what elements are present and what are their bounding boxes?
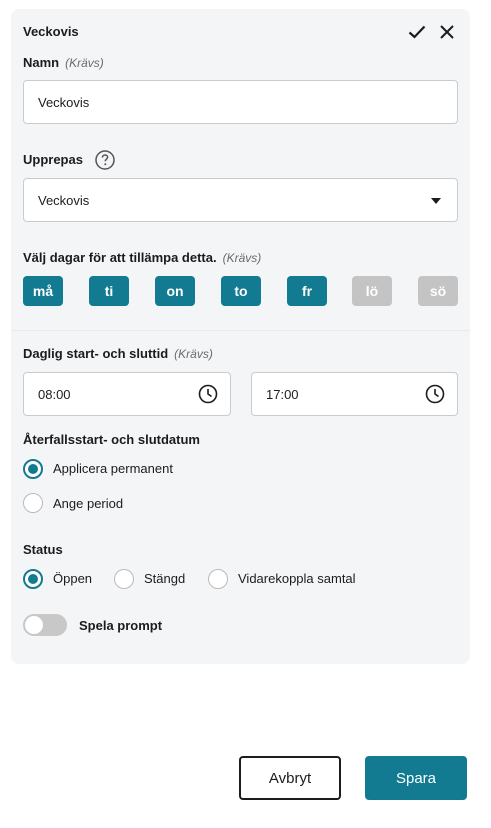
radio-status-open-label[interactable]: Öppen [53, 571, 92, 586]
repeat-label: Upprepas [23, 152, 83, 167]
repeat-select[interactable]: Veckovis [23, 178, 458, 222]
name-input[interactable]: Veckovis [23, 80, 458, 124]
day-toggle-th[interactable]: to [221, 276, 261, 306]
name-input-value: Veckovis [38, 94, 90, 110]
times-label: Daglig start- och sluttid (Krävs) [23, 346, 213, 361]
name-label-text: Namn [23, 55, 60, 70]
play-prompt-label: Spela prompt [79, 618, 163, 633]
play-prompt-toggle[interactable] [23, 614, 67, 636]
clock-icon[interactable] [425, 384, 445, 404]
panel-title: Veckovis [23, 24, 79, 39]
clock-icon[interactable] [198, 384, 218, 404]
status-label: Status [23, 542, 63, 557]
times-label-text: Daglig start- och sluttid [23, 346, 169, 361]
days-required-hint: (Krävs) [222, 251, 262, 265]
check-icon[interactable] [406, 21, 428, 43]
radio-dot [28, 464, 38, 474]
radio-dot [28, 574, 38, 584]
radio-status-closed-label[interactable]: Stängd [144, 571, 185, 586]
radio-status-open[interactable] [23, 569, 43, 589]
day-toggle-we[interactable]: on [155, 276, 195, 306]
radio-period[interactable] [23, 493, 43, 513]
radio-status-forward[interactable] [208, 569, 228, 589]
question-circle-icon[interactable] [95, 150, 115, 170]
radio-permanent[interactable] [23, 459, 43, 479]
close-icon[interactable] [436, 21, 458, 43]
end-time-value: 17:00 [266, 386, 299, 402]
caret-down-icon [431, 198, 441, 204]
day-toggle-tu[interactable]: ti [89, 276, 129, 306]
name-required-hint: (Krävs) [65, 56, 104, 70]
days-label: Välj dagar för att tillämpa detta. (Krävs… [23, 250, 261, 265]
recurrence-label: Återfallsstart- och slutdatum [23, 432, 200, 447]
days-label-text: Välj dagar för att tillämpa detta. [23, 250, 217, 265]
times-required-hint: (Krävs) [174, 347, 213, 361]
radio-period-label[interactable]: Ange period [53, 496, 123, 511]
save-button[interactable]: Spara [365, 756, 467, 800]
day-toggle-su[interactable]: sö [418, 276, 458, 306]
start-time-input[interactable]: 08:00 [23, 372, 231, 416]
end-time-input[interactable]: 17:00 [251, 372, 458, 416]
day-toggle-mo[interactable]: må [23, 276, 63, 306]
day-toggle-sa[interactable]: lö [352, 276, 392, 306]
start-time-value: 08:00 [38, 386, 71, 402]
day-toggle-fr[interactable]: fr [287, 276, 327, 306]
radio-permanent-label[interactable]: Applicera permanent [53, 461, 173, 476]
repeat-select-value: Veckovis [38, 192, 90, 208]
cancel-button[interactable]: Avbryt [239, 756, 341, 800]
radio-status-forward-label[interactable]: Vidarekoppla samtal [238, 571, 356, 586]
name-label: Namn (Krävs) [23, 55, 104, 70]
section-divider [11, 330, 470, 331]
radio-status-closed[interactable] [114, 569, 134, 589]
schedule-panel: Veckovis Namn (Krävs) Veckovis Upprepas V… [11, 9, 470, 664]
toggle-knob [25, 616, 43, 634]
